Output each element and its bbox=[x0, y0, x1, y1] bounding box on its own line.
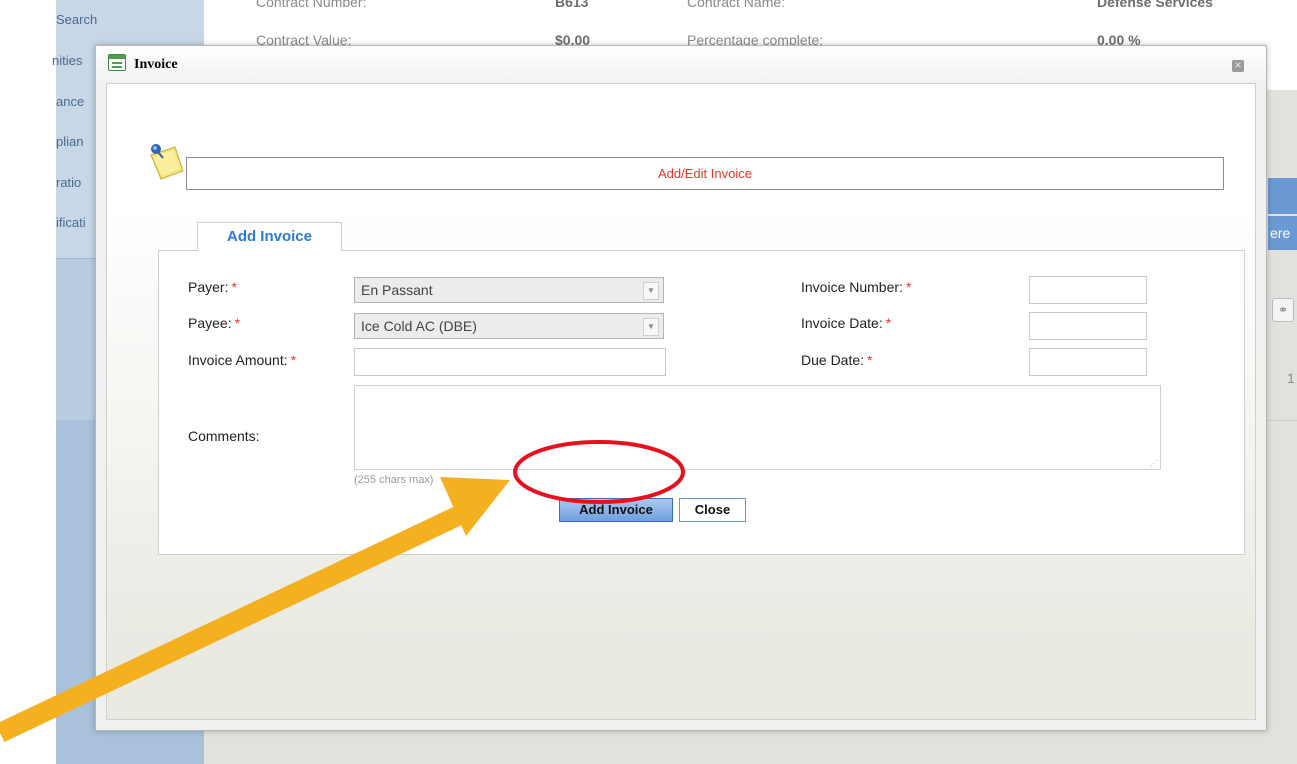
payer-select[interactable]: En Passant ▼ bbox=[354, 277, 664, 303]
invoice-number-input[interactable] bbox=[1029, 276, 1147, 304]
required-marker: * bbox=[905, 279, 912, 295]
modal-title: Invoice bbox=[134, 57, 178, 72]
invoice-amount-label: Invoice Amount: * bbox=[188, 352, 297, 368]
dropdown-arrow-icon[interactable]: ▼ bbox=[643, 282, 659, 300]
invoice-date-label: Invoice Date: * bbox=[801, 315, 892, 331]
sidebar-item-compliance[interactable]: plian bbox=[56, 134, 83, 149]
close-button[interactable]: Close bbox=[679, 498, 746, 522]
resize-grip-icon[interactable]: ⋰ bbox=[1150, 459, 1158, 468]
contract-number-value: B613 bbox=[555, 0, 589, 10]
dropdown-arrow-icon[interactable]: ▼ bbox=[643, 318, 659, 336]
section-header: Add/Edit Invoice bbox=[186, 157, 1224, 190]
payer-label: Payer: * bbox=[188, 279, 237, 295]
window-icon bbox=[108, 54, 126, 71]
required-marker: * bbox=[885, 315, 892, 331]
background-divider bbox=[1268, 420, 1297, 421]
invoice-amount-input[interactable] bbox=[354, 348, 666, 376]
payee-select[interactable]: Ice Cold AC (DBE) ▼ bbox=[354, 313, 664, 339]
invoice-date-input[interactable] bbox=[1029, 312, 1147, 340]
contract-number-label: Contract Number: bbox=[256, 0, 367, 10]
required-marker: * bbox=[234, 315, 241, 331]
contract-name-label: Contract Name: bbox=[687, 0, 786, 10]
sidebar-item-opportunities[interactable]: nities bbox=[52, 53, 82, 68]
sidebar-item-finance[interactable]: ance bbox=[56, 94, 84, 109]
background-tab-fragment[interactable]: ere bbox=[1268, 216, 1297, 250]
modal-content: Add/Edit Invoice Add Invoice Payer: * En … bbox=[106, 83, 1256, 720]
contract-name-value: Defense Services bbox=[1097, 0, 1213, 10]
close-icon[interactable]: × bbox=[1232, 60, 1244, 72]
sidebar-item-search[interactable]: Search bbox=[56, 12, 97, 27]
required-marker: * bbox=[867, 352, 873, 368]
comments-label: Comments: bbox=[188, 428, 260, 444]
background-number-fragment: 1 bbox=[1287, 370, 1295, 386]
invoice-number-label: Invoice Number: * bbox=[801, 279, 912, 295]
payee-select-value: Ice Cold AC (DBE) bbox=[361, 318, 477, 334]
modal-titlebar[interactable]: Invoice × bbox=[96, 46, 1266, 82]
background-tab-strip bbox=[1268, 178, 1297, 214]
required-marker: * bbox=[231, 279, 237, 295]
comments-char-limit-hint: (255 chars max) bbox=[354, 474, 434, 486]
sidebar-item-notifications[interactable]: ificati bbox=[56, 215, 86, 230]
invoice-modal: Invoice × Add/Edit Invoice Add Invoice P… bbox=[95, 45, 1267, 731]
tab-add-invoice[interactable]: Add Invoice bbox=[197, 222, 342, 250]
sticky-note-icon bbox=[150, 144, 184, 180]
comments-textarea[interactable]: ⋰ bbox=[354, 385, 1161, 470]
due-date-label: Due Date: * bbox=[801, 352, 873, 368]
add-invoice-button[interactable]: Add Invoice bbox=[559, 498, 673, 522]
paperclip-icon[interactable]: ⚭ bbox=[1272, 298, 1294, 322]
due-date-input[interactable] bbox=[1029, 348, 1147, 376]
payee-label: Payee: * bbox=[188, 315, 241, 331]
sidebar-item-administration[interactable]: ratio bbox=[56, 175, 81, 190]
required-marker: * bbox=[290, 352, 297, 368]
payer-select-value: En Passant bbox=[361, 282, 433, 298]
